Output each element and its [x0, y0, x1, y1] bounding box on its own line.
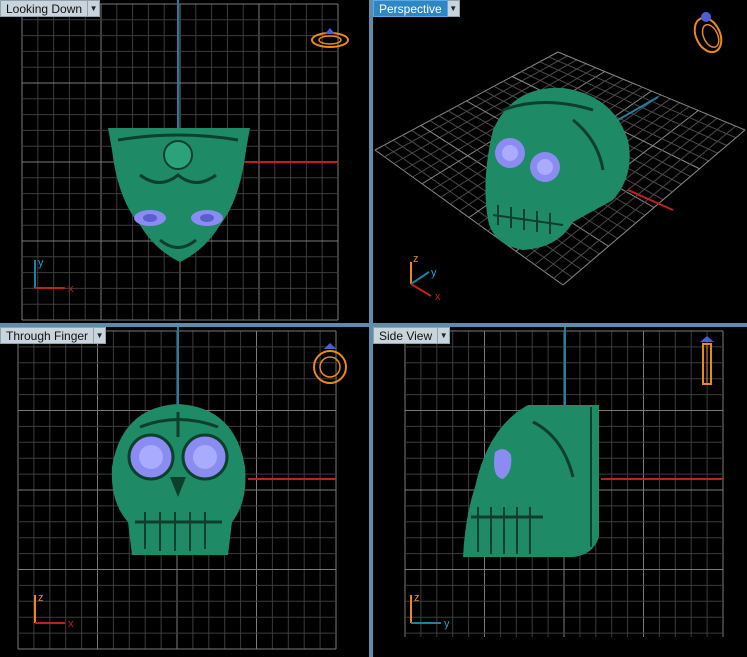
viewport-through-finger[interactable]: z x Through Finger ▼	[0, 327, 369, 657]
viewport-title[interactable]: Side View	[373, 327, 439, 344]
chevron-down-icon[interactable]: ▼	[94, 327, 107, 344]
axis-label-y: y	[431, 267, 437, 279]
axis-label-z: z	[413, 253, 419, 265]
skull-model	[111, 404, 246, 555]
chevron-down-icon[interactable]: ▼	[88, 0, 101, 17]
chevron-down-icon[interactable]: ▼	[438, 327, 451, 344]
viewport-label-side-view[interactable]: Side View ▼	[373, 327, 451, 344]
viewport-label-perspective[interactable]: Perspective ▼	[373, 0, 460, 17]
axis-gizmo: y x	[34, 257, 74, 295]
axis-label-x: x	[435, 291, 441, 303]
viewport-perspective[interactable]: z y x Perspective ▼	[373, 0, 747, 323]
viewport-side-view[interactable]: z y Side View ▼	[373, 327, 747, 657]
viewport-title[interactable]: Looking Down	[0, 0, 89, 17]
ring-icon[interactable]	[311, 28, 349, 48]
axis-gizmo: z y	[410, 592, 450, 630]
axis-gizmo: z y x	[410, 253, 441, 303]
viewport-title[interactable]: Through Finger	[0, 327, 95, 344]
viewport-label-looking-down[interactable]: Looking Down ▼	[0, 0, 101, 17]
skull-model	[108, 128, 250, 262]
ring-icon[interactable]	[690, 12, 727, 56]
skull-model	[463, 405, 599, 557]
axis-label-z: z	[38, 592, 44, 604]
viewport-looking-down[interactable]: y x Looking Down ▼	[0, 0, 369, 323]
viewport-title[interactable]: Perspective	[373, 0, 448, 17]
viewport-label-through-finger[interactable]: Through Finger ▼	[0, 327, 107, 344]
axis-label-x: x	[68, 283, 74, 295]
ring-icon[interactable]	[700, 336, 714, 385]
axis-label-y: y	[38, 257, 44, 269]
axis-label-y: y	[444, 618, 450, 630]
viewport-canvas[interactable]: z y	[373, 327, 747, 657]
viewport-canvas[interactable]: z x	[0, 327, 369, 657]
viewport-canvas[interactable]: y x	[0, 0, 369, 323]
viewport-canvas[interactable]: z y x	[373, 0, 747, 323]
axis-label-x: x	[68, 618, 74, 630]
chevron-down-icon[interactable]: ▼	[447, 0, 460, 17]
axis-label-z: z	[414, 592, 420, 604]
skull-model	[485, 87, 630, 250]
axis-gizmo: z x	[34, 592, 74, 630]
